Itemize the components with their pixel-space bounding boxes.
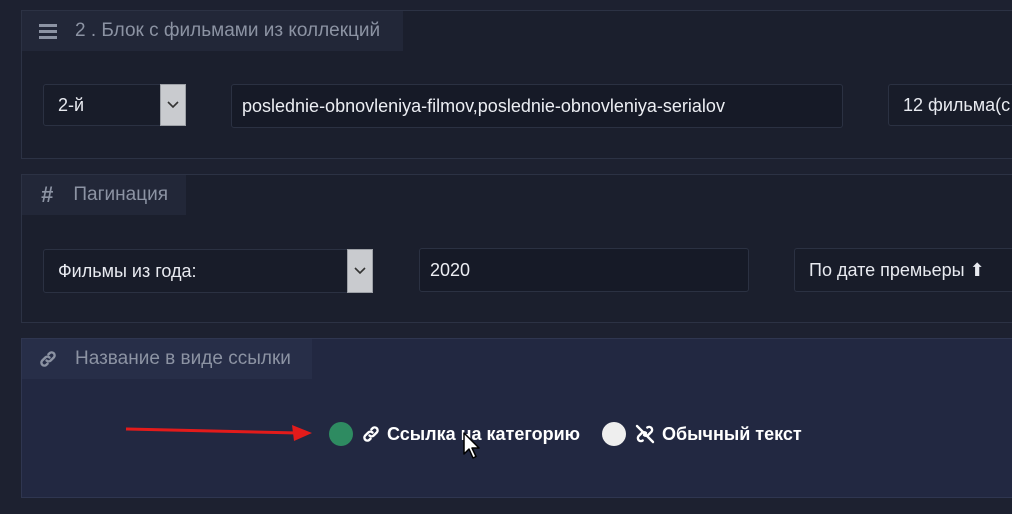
option-category-link[interactable]: Ссылка на категорию <box>329 422 580 446</box>
collections-block-header: 2 . Блок с фильмами из коллекций <box>22 11 403 51</box>
collections-input-value: poslednie-obnovleniya-filmov,poslednie-o… <box>242 95 725 116</box>
link-title-header: Название в виде ссылки <box>22 339 312 379</box>
radio-unselected[interactable] <box>602 422 627 446</box>
link-mode-radio-group: Ссылка на категорию Обычный текст <box>329 422 802 446</box>
pagination-header: # Пагинация <box>22 175 186 215</box>
link-title-panel: Название в виде ссылки <box>21 338 1012 498</box>
pagination-source-value: Фильмы из года: <box>58 260 197 281</box>
block-position-value: 2-й <box>58 94 85 115</box>
chevron-down-icon[interactable] <box>347 249 373 293</box>
annotation-arrow <box>125 425 312 441</box>
option-plain-text-label: Обычный текст <box>662 423 802 444</box>
collections-block-panel: 2 . Блок с фильмами из коллекций 2-й pos… <box>21 10 1012 159</box>
films-count-select[interactable]: 12 фильма(с <box>888 84 1012 126</box>
pagination-title: Пагинация <box>73 184 168 205</box>
chevron-down-icon[interactable] <box>160 84 186 126</box>
mouse-cursor-icon <box>463 432 480 459</box>
option-plain-text[interactable]: Обычный текст <box>602 422 802 446</box>
pagination-source-select[interactable]: Фильмы из года: <box>43 249 373 293</box>
hash-icon: # <box>41 182 54 207</box>
link-title-title: Название в виде ссылки <box>75 348 291 369</box>
year-input-value: 2020 <box>430 259 471 280</box>
block-position-select[interactable]: 2-й <box>43 84 186 126</box>
menu-icon <box>38 23 58 39</box>
pagination-panel: # Пагинация Фильмы из года: 2020 По дате… <box>21 174 1012 323</box>
sort-select[interactable]: По дате премьеры ⬆ <box>794 248 1012 292</box>
sort-select-value: По дате премьеры ⬆ <box>809 259 985 280</box>
radio-selected[interactable] <box>329 422 353 446</box>
films-count-value: 12 фильма(с <box>903 94 1011 115</box>
collections-input[interactable]: poslednie-obnovleniya-filmov,poslednie-o… <box>231 84 843 128</box>
option-category-link-label: Ссылка на категорию <box>387 423 581 444</box>
collections-block-title: 2 . Блок с фильмами из коллекций <box>75 20 381 41</box>
link-icon <box>38 349 58 369</box>
year-input[interactable]: 2020 <box>419 248 749 292</box>
unlink-icon <box>634 423 656 445</box>
link-icon <box>361 424 381 444</box>
